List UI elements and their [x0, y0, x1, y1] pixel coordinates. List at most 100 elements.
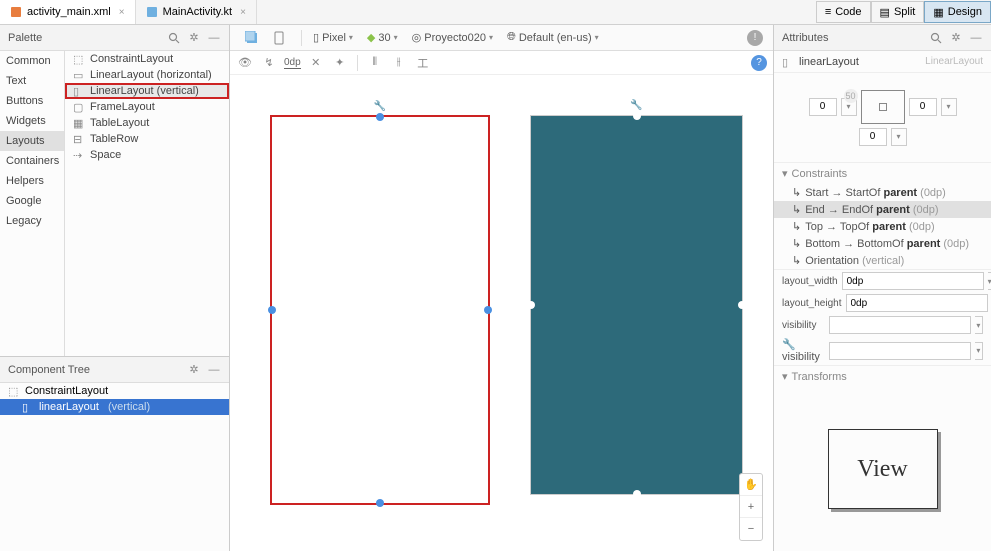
gear-icon[interactable]: ✲ [187, 363, 201, 377]
constraint-bottom-input[interactable] [859, 128, 887, 146]
prop-layout-width: layout_width ▾ ¦ [774, 270, 991, 292]
constraint-row-orientation[interactable]: ↳Orientation (vertical) [774, 252, 991, 269]
resize-handle[interactable] [268, 306, 276, 314]
constraint-row-bottom[interactable]: ↳Bottom → BottomOf parent (0dp) [774, 235, 991, 252]
chevron-down-icon: ▾ [349, 33, 353, 42]
tree-node-root[interactable]: ⬚ ConstraintLayout [0, 383, 229, 399]
autoconnect-icon[interactable]: ↯ [260, 54, 278, 72]
category-text[interactable]: Text [0, 71, 64, 91]
minimize-icon[interactable]: — [207, 31, 221, 45]
component-tablelayout[interactable]: ▦TableLayout [65, 115, 229, 131]
chevron-down-icon: ▾ [595, 33, 599, 42]
category-containers[interactable]: Containers [0, 151, 64, 171]
visibility-input[interactable] [829, 316, 971, 334]
resize-handle[interactable] [376, 113, 384, 121]
gear-icon[interactable]: ✲ [187, 31, 201, 45]
view-mode-code[interactable]: ≡ Code [816, 1, 871, 23]
tools-visibility-input[interactable] [829, 342, 971, 360]
constraint-row-end[interactable]: ↳End → EndOf parent (0dp) [774, 201, 991, 218]
layout-height-input[interactable] [846, 294, 988, 312]
resize-handle[interactable] [633, 490, 641, 498]
chevron-down-icon[interactable]: ▾ [988, 272, 991, 290]
close-icon[interactable]: × [240, 7, 246, 18]
layout-icon: ▯ [782, 56, 794, 68]
constraints-section-head[interactable]: ▾ Constraints [774, 163, 991, 184]
category-common[interactable]: Common [0, 51, 64, 71]
minimize-icon[interactable]: — [207, 363, 221, 377]
layout-icon: ▯ [22, 401, 34, 413]
wrench-icon[interactable]: 🔧 [630, 100, 642, 111]
component-framelayout[interactable]: ▢FrameLayout [65, 99, 229, 115]
resize-handle[interactable] [376, 499, 384, 507]
device-picker[interactable]: ▯ Pixel ▾ [308, 29, 358, 46]
layout-icon: ⬚ [73, 53, 85, 65]
code-icon: ≡ [825, 6, 831, 18]
chevron-down-icon: ▾ [489, 33, 493, 42]
theme-picker[interactable]: ◎ Proyecto020 ▾ [407, 29, 498, 46]
design-icon: ▦ [933, 6, 943, 19]
component-space[interactable]: ⇢Space [65, 147, 229, 163]
design-surface[interactable]: 🔧 [270, 115, 490, 505]
guideline-icon[interactable]: 工 [414, 54, 432, 72]
resize-handle[interactable] [738, 301, 746, 309]
constraint-right-input[interactable] [909, 98, 937, 116]
chevron-down-icon[interactable]: ▾ [891, 128, 907, 146]
layout-icon: ⇢ [73, 149, 85, 161]
file-tab-label: activity_main.xml [27, 6, 111, 18]
surface-select-icon[interactable] [240, 29, 264, 47]
orientation-icon[interactable] [267, 29, 291, 47]
android-icon: ◆ [367, 31, 375, 44]
file-tab-activity-main[interactable]: activity_main.xml × [0, 0, 136, 24]
close-icon[interactable]: × [119, 7, 125, 18]
constraint-row-top[interactable]: ↳Top → TopOf parent (0dp) [774, 218, 991, 235]
zoom-controls: ✋ + − [739, 473, 763, 541]
component-tree-body: ⬚ ConstraintLayout ▯ linearLayout (verti… [0, 383, 229, 551]
wrench-icon[interactable]: 🔧 [374, 101, 386, 112]
view-mode-design[interactable]: ▦ Design [924, 1, 991, 23]
infer-constraints-icon[interactable]: ✦ [331, 54, 349, 72]
constraint-box[interactable]: 50 [861, 90, 905, 124]
minimize-icon[interactable]: — [969, 31, 983, 45]
constraint-left-input[interactable] [809, 98, 837, 116]
component-linearlayout-h[interactable]: ▭LinearLayout (horizontal) [65, 67, 229, 83]
layout-width-input[interactable] [842, 272, 984, 290]
default-margin[interactable]: 0dp [284, 57, 301, 69]
resize-handle[interactable] [527, 301, 535, 309]
chevron-down-icon[interactable]: ▾ [975, 342, 983, 360]
zoom-in-button[interactable]: + [740, 496, 762, 518]
file-tab-mainactivity[interactable]: MainActivity.kt × [136, 0, 257, 24]
category-google[interactable]: Google [0, 191, 64, 211]
chevron-down-icon[interactable]: ▾ [975, 316, 983, 334]
transforms-section-head[interactable]: ▾ Transforms [774, 366, 991, 387]
view-mode-split[interactable]: ▤ Split [871, 1, 925, 23]
tree-node-linearlayout[interactable]: ▯ linearLayout (vertical) [0, 399, 229, 415]
help-icon[interactable]: ? [751, 55, 767, 71]
gear-icon[interactable]: ✲ [949, 31, 963, 45]
locale-picker[interactable]: 🌐︎ Default (en-us) ▾ [502, 29, 604, 46]
category-legacy[interactable]: Legacy [0, 211, 64, 231]
component-constraintlayout[interactable]: ⬚ConstraintLayout [65, 51, 229, 67]
attributes-title: Attributes [782, 32, 923, 44]
resize-handle[interactable] [633, 112, 641, 120]
category-buttons[interactable]: Buttons [0, 91, 64, 111]
component-linearlayout-v[interactable]: ▯LinearLayout (vertical) [65, 83, 229, 99]
category-widgets[interactable]: Widgets [0, 111, 64, 131]
design-canvas[interactable]: 🔧 🔧 ✋ + − [230, 75, 773, 551]
chevron-down-icon[interactable]: ▾ [941, 98, 957, 116]
warnings-icon[interactable]: ! [747, 30, 763, 46]
pack-icon[interactable]: ⫴ [366, 54, 384, 72]
category-helpers[interactable]: Helpers [0, 171, 64, 191]
component-tablerow[interactable]: ⊟TableRow [65, 131, 229, 147]
pan-button[interactable]: ✋ [740, 474, 762, 496]
resize-handle[interactable] [484, 306, 492, 314]
zoom-out-button[interactable]: − [740, 518, 762, 540]
constraint-row-start[interactable]: ↳Start → StartOf parent (0dp) [774, 184, 991, 201]
blueprint-surface[interactable]: 🔧 [530, 115, 743, 495]
clear-constraints-icon[interactable]: ✕ [307, 54, 325, 72]
search-icon[interactable] [167, 31, 181, 45]
search-icon[interactable] [929, 31, 943, 45]
api-picker[interactable]: ◆ 30 ▾ [362, 29, 403, 46]
category-layouts[interactable]: Layouts [0, 131, 64, 151]
align-icon[interactable]: ⫲ [390, 54, 408, 72]
view-options-icon[interactable]: 👁 [236, 54, 254, 72]
